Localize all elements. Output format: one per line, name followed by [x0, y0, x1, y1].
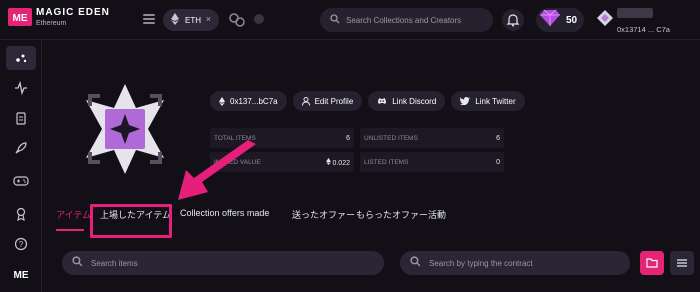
search-icon: [72, 254, 83, 272]
svg-text:ME: ME: [14, 270, 29, 280]
discord-icon: [377, 97, 387, 105]
list-view-button[interactable]: [670, 251, 694, 275]
link-twitter-label: Link Twitter: [475, 96, 516, 106]
items-search-placeholder: Search items: [91, 258, 138, 268]
redacted-username: [617, 8, 653, 18]
clipboard-icon: [16, 112, 26, 125]
sidebar-item-clipboard[interactable]: [6, 106, 36, 130]
stat-value: 6: [346, 134, 350, 142]
ethereum-icon: [171, 13, 179, 27]
gems-balance[interactable]: 50: [536, 8, 584, 32]
stat-listed-items: LISTED ITEMS 0: [360, 152, 504, 172]
tab-offers-received[interactable]: もらったオファー: [356, 208, 428, 221]
stat-label: LISTED ITEMS: [364, 158, 409, 166]
stack-icon[interactable]: [142, 12, 156, 26]
annotation-highlight-box: [90, 204, 172, 238]
search-icon: [410, 254, 421, 272]
bell-icon: [506, 14, 520, 27]
contract-search-input[interactable]: Search by typing the contract: [400, 251, 630, 275]
magic-eden-logo[interactable]: ME MAGIC EDEN Ethereum: [8, 7, 110, 27]
sidebar-item-rewards[interactable]: [6, 202, 36, 226]
global-search-input[interactable]: Search Collections and Creators: [320, 8, 493, 32]
folder-view-button[interactable]: [640, 251, 664, 275]
twitter-icon: [460, 97, 471, 105]
tab-offers-made[interactable]: 送ったオファー: [292, 208, 355, 221]
help-icon: ?: [14, 237, 28, 251]
magic-eden-mark-icon: ME: [8, 7, 32, 27]
wallet-address: 0x137...bC7a: [230, 96, 278, 106]
gamepad-icon: [13, 176, 29, 186]
sidebar-item-launchpad[interactable]: [6, 136, 36, 160]
sidebar-item-explore[interactable]: [6, 46, 36, 70]
user-icon: [301, 96, 310, 106]
network-name: Ethereum: [36, 19, 67, 27]
svg-text:?: ?: [19, 240, 24, 249]
magic-eden-logo-icon: ME: [14, 270, 29, 280]
chain-label: ETH: [185, 15, 201, 25]
stat-value: 0: [496, 158, 500, 166]
link-discord-label: Link Discord: [392, 96, 437, 106]
tab-collection-offers-made[interactable]: Collection offers made: [180, 208, 269, 218]
brand-name: MAGIC EDEN: [36, 6, 110, 18]
active-tab-indicator: [56, 229, 84, 231]
items-search-input[interactable]: Search items: [62, 251, 384, 275]
account-menu[interactable]: 0x13714 ... C7a: [597, 6, 700, 36]
coin-icon[interactable]: [254, 14, 264, 24]
ethereum-icon: [219, 96, 225, 106]
stat-value: 0.022: [332, 159, 350, 167]
sidebar-item-games[interactable]: [6, 169, 36, 193]
gems-count: 50: [566, 14, 578, 26]
svg-text:ME: ME: [13, 13, 28, 24]
explore-icon: [16, 54, 27, 63]
sidebar-item-activity[interactable]: [6, 76, 36, 100]
sidebar-item-home[interactable]: ME: [6, 262, 36, 286]
notifications-button[interactable]: [502, 9, 524, 31]
tab-items[interactable]: アイテム: [56, 208, 91, 221]
account-address: 0x13714 ... C7a: [617, 25, 670, 34]
profile-avatar: [78, 84, 172, 174]
sidebar: ? ME: [0, 40, 42, 292]
annotation-arrow-icon: [168, 140, 258, 210]
rocket-icon: [15, 142, 27, 154]
activity-icon: [15, 81, 27, 95]
account-avatar-icon: [597, 10, 613, 31]
contract-search-placeholder: Search by typing the contract: [429, 258, 533, 268]
tab-activity[interactable]: 活動: [428, 208, 446, 221]
link-discord-button[interactable]: Link Discord: [368, 91, 446, 111]
stat-unlisted-items: UNLISTED ITEMS 6: [360, 128, 504, 148]
wallet-address-chip[interactable]: 0x137...bC7a: [210, 91, 287, 111]
chain-selector[interactable]: ETH ×: [163, 9, 219, 31]
link-twitter-button[interactable]: Link Twitter: [451, 91, 525, 111]
global-search-placeholder: Search Collections and Creators: [346, 15, 462, 25]
chain-link-icon[interactable]: [229, 13, 245, 27]
profile-actions: 0x137...bC7a Edit Profile Link Discord L…: [210, 91, 531, 111]
close-icon[interactable]: ×: [206, 14, 211, 24]
menu-icon: [677, 259, 687, 267]
folder-icon: [646, 258, 658, 268]
top-bar: ME MAGIC EDEN Ethereum ETH × Search Coll…: [0, 0, 700, 40]
award-icon: [16, 207, 26, 221]
stat-value-wrap: 0.022: [325, 157, 350, 167]
edit-profile-button[interactable]: Edit Profile: [292, 91, 363, 111]
stat-label: UNLISTED ITEMS: [364, 134, 418, 142]
search-icon: [330, 11, 340, 29]
edit-profile-label: Edit Profile: [314, 96, 354, 106]
sidebar-item-help[interactable]: ?: [6, 232, 36, 256]
gem-icon: [540, 9, 560, 32]
stat-value: 6: [496, 134, 500, 142]
